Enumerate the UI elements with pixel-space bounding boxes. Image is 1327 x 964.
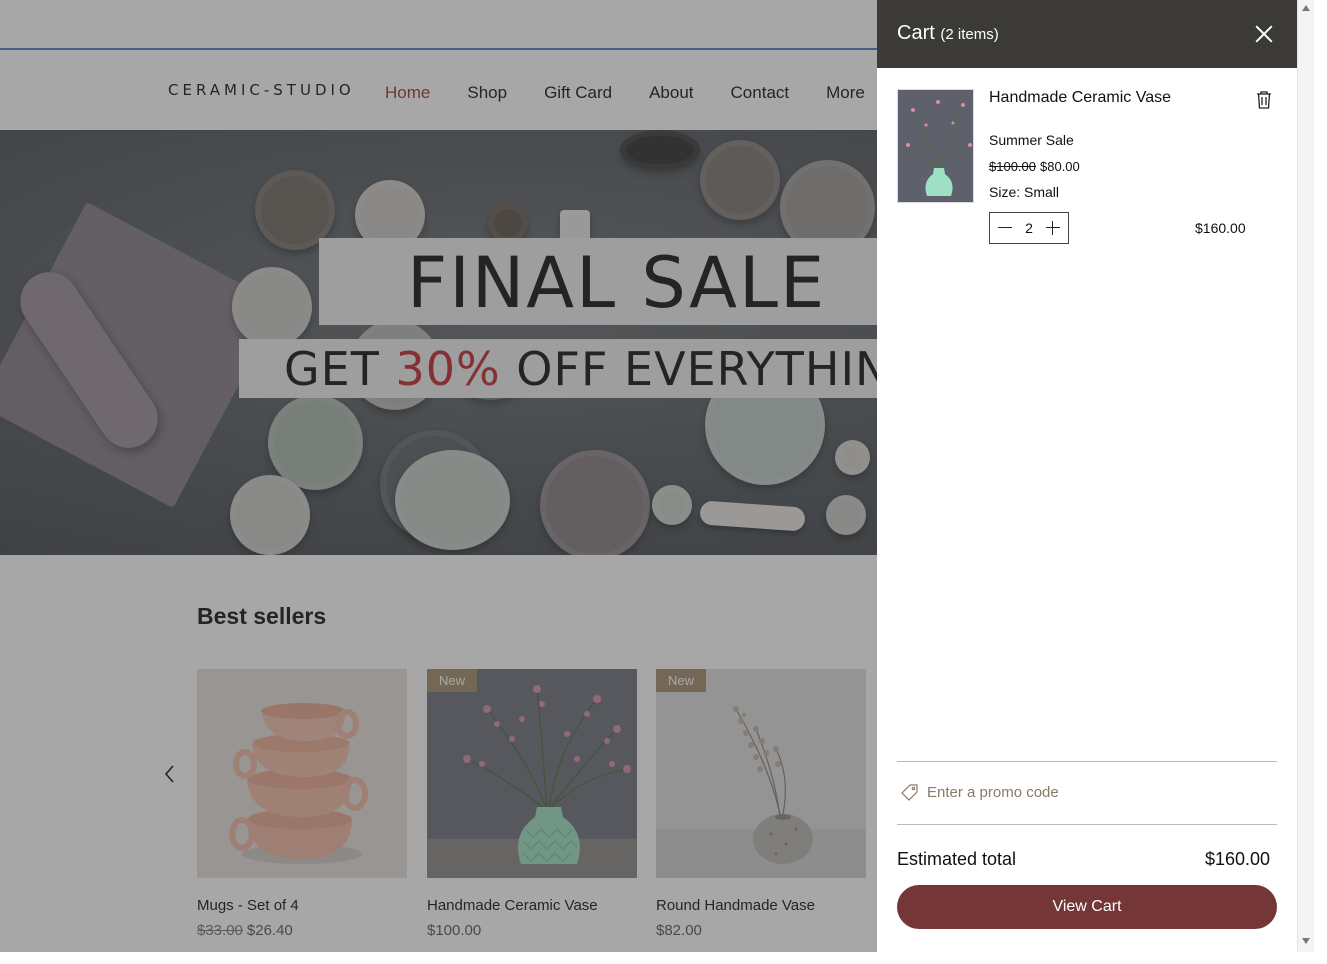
cart-header: Cart (2 items) [877, 0, 1297, 68]
cart-item-prices: $100.00 $80.00 [989, 159, 1080, 174]
cart-item-name[interactable]: Handmade Ceramic Vase [989, 88, 1179, 108]
cart-item-old-price: $100.00 [989, 159, 1036, 174]
cart-item-price: $80.00 [1040, 159, 1080, 174]
estimated-total-value: $160.00 [1205, 849, 1271, 869]
decrease-quantity-button[interactable] [996, 219, 1014, 237]
quantity-stepper: 2 [989, 212, 1069, 244]
size-value: Small [1024, 184, 1060, 200]
cart-item-option: Summer Sale [989, 132, 1074, 148]
quantity-value[interactable]: 2 [1025, 220, 1033, 236]
website-page: CERAMIC-STUDIO Home Shop Gift Card About… [0, 0, 1297, 952]
cart-panel: Cart (2 items) Handmade Ceramic Vase Sum… [877, 0, 1297, 952]
cart-item-image[interactable] [897, 89, 974, 203]
tag-icon [901, 784, 918, 801]
view-cart-button[interactable]: View Cart [897, 885, 1277, 929]
size-label: Size: [989, 184, 1025, 200]
cart-item-count: (2 items) [940, 26, 999, 43]
page-scrollbar[interactable] [1297, 0, 1314, 952]
promo-code-label: Enter a promo code [927, 783, 1059, 801]
scroll-down-icon[interactable] [1302, 938, 1310, 944]
close-icon[interactable] [1255, 25, 1273, 43]
cart-title-label: Cart [897, 22, 935, 44]
increase-quantity-button[interactable] [1044, 219, 1062, 237]
cart-title: Cart (2 items) [897, 22, 999, 45]
cart-item-size: Size: Small [989, 184, 1059, 200]
divider [897, 761, 1277, 762]
scroll-up-icon[interactable] [1302, 5, 1310, 11]
trash-icon[interactable] [1255, 90, 1273, 110]
cart-item-total: $160.00 [1195, 220, 1246, 236]
page-dim-overlay[interactable] [0, 0, 877, 952]
divider [897, 824, 1277, 825]
promo-code-link[interactable]: Enter a promo code [901, 783, 1059, 801]
estimated-total-label: Estimated total [897, 849, 1017, 869]
